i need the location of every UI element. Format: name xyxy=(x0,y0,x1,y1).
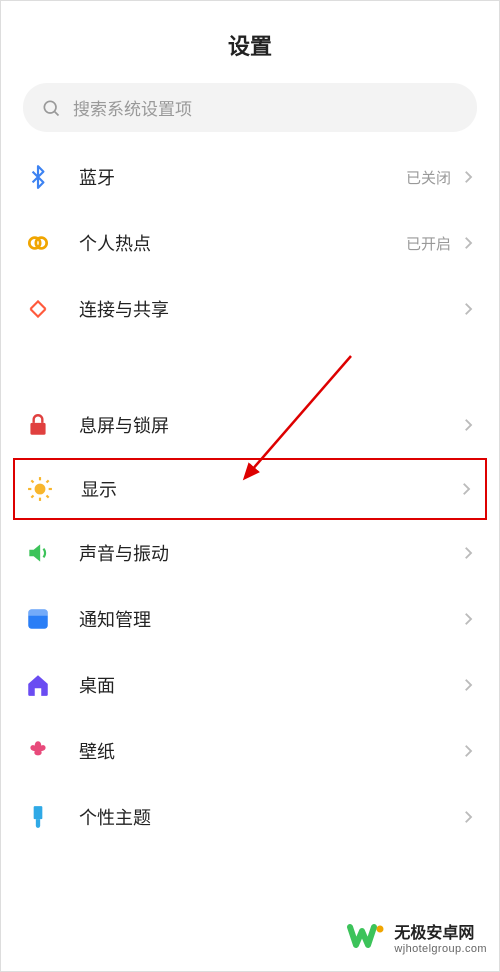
chevron-right-icon xyxy=(459,808,477,826)
chevron-right-icon xyxy=(459,742,477,760)
settings-row-hotspot[interactable]: 个人热点 已开启 xyxy=(1,210,499,276)
settings-row-theme[interactable]: 个性主题 xyxy=(1,784,499,850)
chevron-right-icon xyxy=(459,416,477,434)
chevron-right-icon xyxy=(459,610,477,628)
chevron-right-icon xyxy=(457,480,475,498)
chevron-right-icon xyxy=(459,168,477,186)
settings-row-display[interactable]: 显示 xyxy=(13,458,487,520)
row-label: 蓝牙 xyxy=(79,164,406,190)
search-placeholder: 搜索系统设置项 xyxy=(73,95,192,120)
settings-row-wallpaper[interactable]: 壁纸 xyxy=(1,718,499,784)
chevron-right-icon xyxy=(459,676,477,694)
settings-row-connect[interactable]: 连接与共享 xyxy=(1,276,499,342)
bluetooth-icon xyxy=(23,162,53,192)
chevron-right-icon xyxy=(459,300,477,318)
settings-row-lock[interactable]: 息屏与锁屏 xyxy=(1,392,499,458)
page-title: 设置 xyxy=(1,1,499,83)
search-icon xyxy=(41,98,61,118)
row-status: 已开启 xyxy=(406,233,451,254)
settings-group-2: 息屏与锁屏 显示 声音与振动 通知管理 桌面 壁纸 个性主题 xyxy=(1,392,499,850)
settings-row-bluetooth[interactable]: 蓝牙 已关闭 xyxy=(1,144,499,210)
sun-icon xyxy=(25,474,55,504)
settings-row-notify[interactable]: 通知管理 xyxy=(1,586,499,652)
settings-row-home[interactable]: 桌面 xyxy=(1,652,499,718)
row-label: 连接与共享 xyxy=(79,296,459,322)
notify-icon xyxy=(23,604,53,634)
row-label: 个人热点 xyxy=(79,230,406,256)
volume-icon xyxy=(23,538,53,568)
watermark-logo-icon xyxy=(346,917,386,957)
chevron-right-icon xyxy=(459,234,477,252)
row-label: 桌面 xyxy=(79,672,459,698)
group-divider xyxy=(1,342,499,392)
link-icon xyxy=(23,228,53,258)
home-icon xyxy=(23,670,53,700)
settings-group-1: 蓝牙 已关闭 个人热点 已开启 连接与共享 xyxy=(1,144,499,342)
watermark: 无极安卓网 wjhotelgroup.com xyxy=(346,917,487,957)
settings-row-sound[interactable]: 声音与振动 xyxy=(1,520,499,586)
brush-icon xyxy=(23,802,53,832)
row-label: 壁纸 xyxy=(79,738,459,764)
watermark-title: 无极安卓网 xyxy=(394,919,487,943)
row-status: 已关闭 xyxy=(406,167,451,188)
row-label: 息屏与锁屏 xyxy=(79,412,459,438)
watermark-url: wjhotelgroup.com xyxy=(394,943,487,955)
row-label: 声音与振动 xyxy=(79,540,459,566)
search-input[interactable]: 搜索系统设置项 xyxy=(23,83,477,132)
row-label: 个性主题 xyxy=(79,804,459,830)
lock-icon xyxy=(23,410,53,440)
flower-icon xyxy=(23,736,53,766)
chevron-right-icon xyxy=(459,544,477,562)
share-icon xyxy=(23,294,53,324)
row-label: 显示 xyxy=(81,476,457,502)
row-label: 通知管理 xyxy=(79,606,459,632)
